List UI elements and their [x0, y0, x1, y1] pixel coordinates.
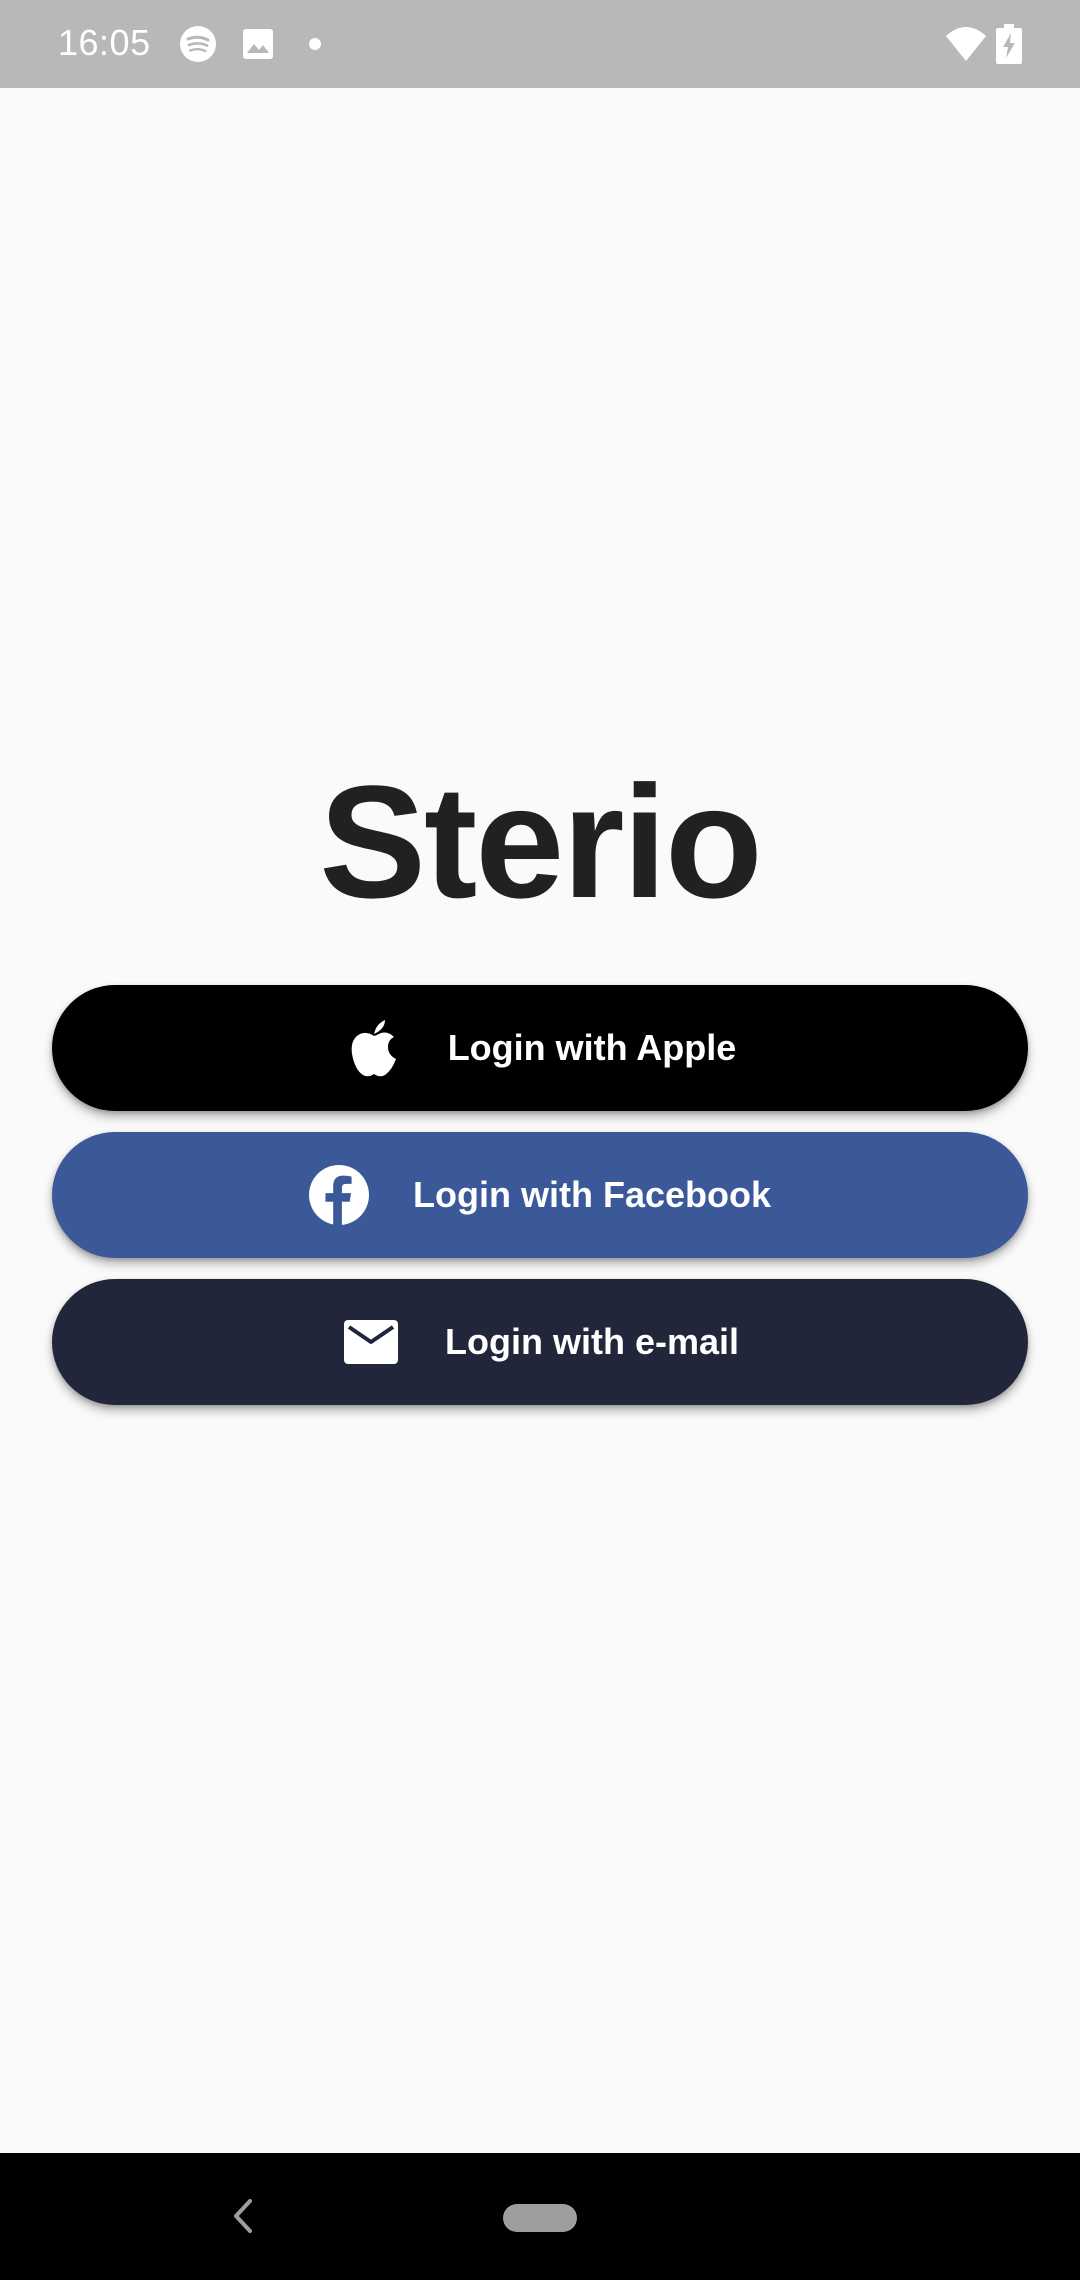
apple-icon — [344, 1018, 404, 1078]
mail-icon — [341, 1312, 401, 1372]
status-bar: 16:05 — [0, 0, 1080, 88]
login-facebook-button[interactable]: Login with Facebook — [52, 1132, 1028, 1258]
login-email-button[interactable]: Login with e-mail — [52, 1279, 1028, 1405]
facebook-icon — [309, 1165, 369, 1225]
login-facebook-label: Login with Facebook — [413, 1174, 771, 1215]
app-title: Sterio — [319, 752, 762, 931]
back-icon[interactable] — [228, 2195, 258, 2237]
wifi-icon — [944, 24, 988, 64]
home-pill[interactable] — [503, 2204, 577, 2232]
battery-charging-icon — [996, 24, 1022, 64]
status-time: 16:05 — [58, 22, 151, 63]
login-apple-button[interactable]: Login with Apple — [52, 985, 1028, 1111]
image-icon — [240, 26, 276, 62]
login-screen: 16:05 Sterio Login with Apple Login with… — [0, 0, 1080, 2280]
login-apple-label: Login with Apple — [447, 1027, 737, 1068]
login-email-label: Login with e-mail — [445, 1321, 739, 1362]
notification-dot — [309, 38, 321, 50]
spotify-icon — [180, 26, 216, 62]
